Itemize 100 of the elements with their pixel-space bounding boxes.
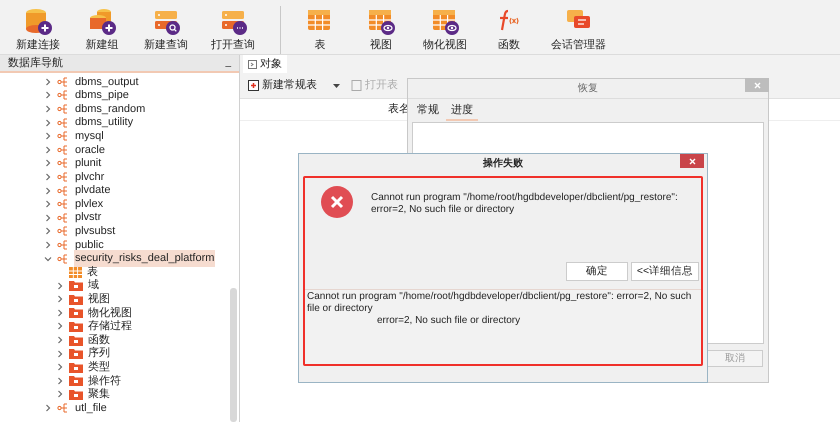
schema-icon: [57, 157, 69, 170]
chevron-right-icon[interactable]: [44, 200, 52, 208]
tree-item[interactable]: mysql: [44, 129, 239, 143]
tree-item[interactable]: 存储过程: [44, 320, 239, 334]
minimize-button[interactable]: _: [225, 58, 231, 68]
tree-item[interactable]: plvlex: [44, 197, 239, 211]
toolbar-button[interactable]: 打开查询: [205, 6, 261, 54]
objects-tab[interactable]: 对象: [243, 55, 287, 73]
table-icon: [69, 266, 82, 278]
chevron-right-icon[interactable]: [44, 146, 52, 154]
schema-icon: [57, 89, 69, 102]
toolbar-button[interactable]: 新建组: [77, 6, 127, 54]
tree-item[interactable]: utl_file: [44, 401, 239, 415]
tree-item[interactable]: 视图: [44, 292, 239, 306]
chevron-right-icon[interactable]: [44, 227, 52, 236]
tree-label: plvchr: [74, 170, 106, 185]
schema-icon: [57, 144, 69, 156]
tree-item[interactable]: 域: [44, 278, 239, 292]
folder-icon: [69, 348, 83, 360]
tree-label: 表: [87, 264, 98, 279]
chevron-right-icon[interactable]: [44, 78, 52, 86]
tree-label: public: [74, 238, 105, 253]
tree-item[interactable]: oracle: [44, 142, 239, 157]
tree-item[interactable]: dbms_pipe: [44, 88, 239, 102]
tree-label: dbms_utility: [74, 115, 134, 130]
tree-item[interactable]: security_risks_deal_platform: [44, 252, 239, 266]
chevron-right-icon[interactable]: [44, 159, 52, 168]
tree-item[interactable]: plvchr: [44, 170, 239, 184]
database-plus-icon: [23, 6, 53, 36]
tree-item[interactable]: plvstr: [44, 210, 239, 225]
tree-label: 域: [88, 278, 99, 293]
tree-label: dbms_pipe: [74, 88, 130, 104]
tree-item[interactable]: 聚集: [44, 388, 239, 402]
tree-item[interactable]: dbms_random: [44, 102, 239, 116]
tree-item[interactable]: dbms_utility: [44, 116, 239, 130]
schema-icon: [57, 130, 69, 142]
chevron-right-icon[interactable]: [44, 91, 52, 100]
tree-item[interactable]: 类型: [44, 360, 239, 374]
toolbar-button[interactable]: 会话管理器: [545, 6, 612, 54]
tree-item[interactable]: plvdate: [44, 184, 239, 198]
folder-icon: [69, 320, 83, 332]
toolbar-button[interactable]: 函数: [484, 6, 534, 54]
toolbar-button[interactable]: 新建查询: [138, 6, 194, 54]
chevron-right-icon[interactable]: [44, 132, 52, 140]
schema-icon: [57, 76, 69, 88]
folder-icon: [69, 375, 83, 386]
chevron-right-icon[interactable]: [44, 214, 52, 222]
tree-label: 类型: [88, 360, 110, 375]
folder-icon: [69, 388, 83, 400]
chevron-right-icon[interactable]: [44, 118, 52, 127]
tree-label: plvsubst: [74, 224, 116, 240]
toolbar-button[interactable]: 物化视图: [417, 6, 473, 54]
tree-label: 序列: [88, 346, 110, 361]
error-icon: [321, 186, 353, 218]
tree-label: plvdate: [74, 183, 112, 198]
plus-icon: [248, 80, 259, 91]
toolbar-button[interactable]: 新建连接: [10, 6, 66, 54]
tree-item[interactable]: plvsubst: [44, 224, 239, 238]
dialog-title: 恢复: [578, 82, 598, 96]
tree-item[interactable]: 序列: [44, 346, 239, 360]
scrollbar[interactable]: [230, 288, 237, 422]
folder-icon: [69, 294, 83, 305]
chevron-down-icon[interactable]: [44, 254, 52, 263]
schema-icon: [57, 238, 69, 251]
error-message: Cannot run program "/home/root/hgdbdeveloper/dbclient/pg_restore": error=2, No such file or directory: [371, 191, 679, 217]
ok-button[interactable]: 确定: [566, 262, 628, 281]
tree-label: 函数: [88, 332, 110, 346]
chevron-right-icon[interactable]: [44, 240, 52, 249]
tree-item[interactable]: public: [44, 238, 239, 252]
tree-item[interactable]: 操作符: [44, 374, 239, 388]
dialog-tab[interactable]: 常规: [412, 101, 444, 121]
toolbar-button[interactable]: 表: [295, 6, 345, 54]
chevron-right-icon[interactable]: [44, 172, 52, 181]
tree-label: 存储过程: [88, 319, 132, 334]
toolbar-action[interactable]: 新建常规表: [248, 77, 317, 94]
chevron-right-icon[interactable]: [44, 104, 52, 113]
tree-label: mysql: [74, 128, 105, 144]
tree-item[interactable]: dbms_output: [44, 75, 239, 89]
close-icon: [688, 158, 696, 164]
folder-icon: [69, 334, 83, 346]
panel-icon: [248, 60, 257, 68]
schema-icon: [57, 102, 69, 115]
tree-item[interactable]: 表: [44, 265, 239, 279]
schema-icon: [57, 402, 69, 414]
tree-item[interactable]: plunit: [44, 156, 239, 170]
tree-item[interactable]: 物化视图: [44, 306, 239, 320]
chevron-right-icon[interactable]: [44, 404, 52, 412]
dialog-title: 操作失败: [483, 156, 523, 170]
tree-item[interactable]: 函数: [44, 333, 239, 347]
schema-icon: [57, 212, 69, 224]
close-button[interactable]: [680, 154, 704, 168]
details-button[interactable]: <<详细信息: [631, 262, 699, 281]
tree-label: plvlex: [74, 196, 104, 212]
close-icon: [754, 82, 760, 88]
schema-icon: [57, 252, 69, 265]
tree-label: oracle: [74, 142, 106, 158]
tree-label: 操作符: [88, 374, 121, 388]
chevron-right-icon[interactable]: [44, 186, 52, 195]
tree-label: utl_file: [74, 400, 108, 416]
toolbar-button[interactable]: 视图: [356, 6, 406, 54]
